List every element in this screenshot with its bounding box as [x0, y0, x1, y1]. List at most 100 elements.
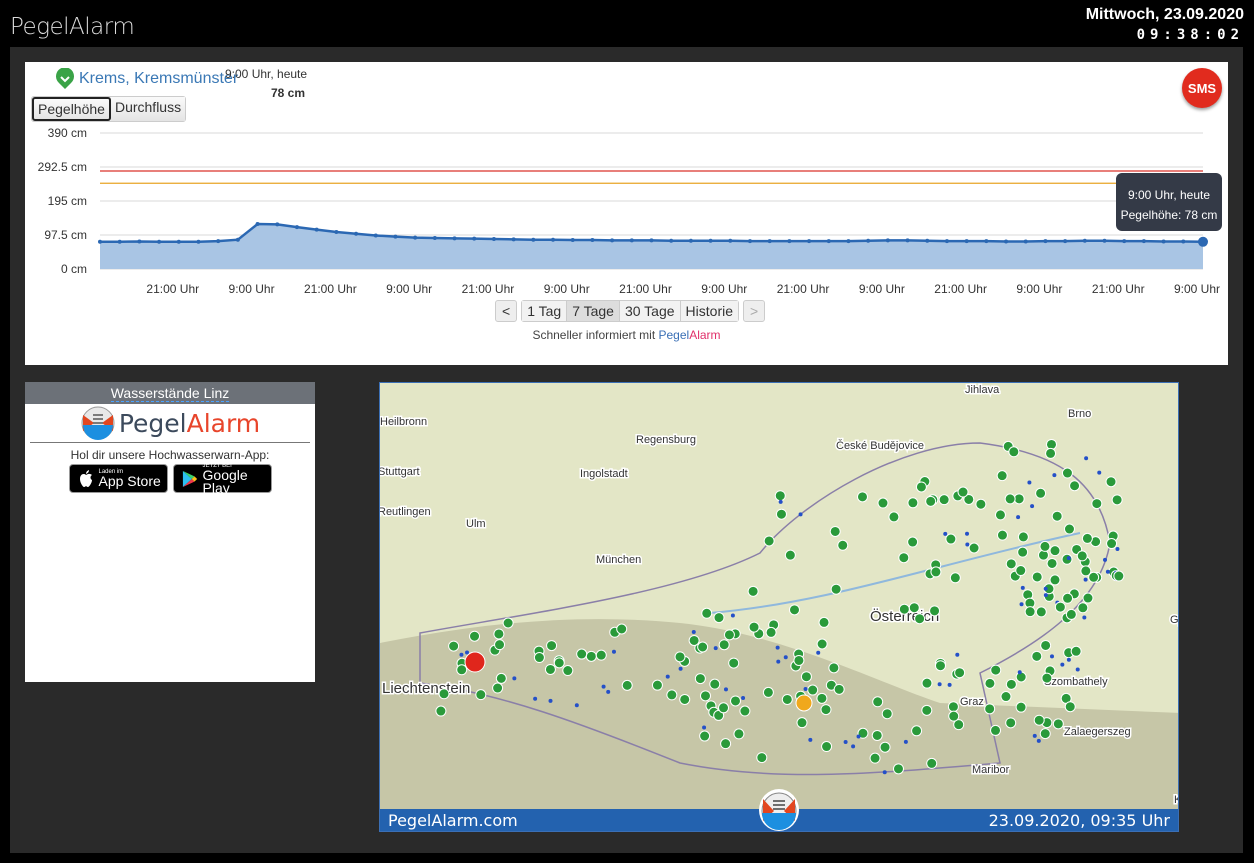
- gauge-marker-normal: [908, 602, 920, 614]
- data-point: [354, 231, 359, 236]
- gauge-marker-normal: [975, 498, 987, 510]
- gauge-marker-normal: [1013, 493, 1025, 505]
- divider: [30, 442, 310, 443]
- gauge-marker-normal: [990, 664, 1002, 676]
- promo-brand-2: Alarm: [689, 328, 721, 342]
- gauge-marker-normal: [881, 708, 893, 720]
- data-point: [157, 239, 162, 244]
- x-tick-label: 9:00 Uhr: [544, 282, 590, 296]
- map-place-label: Brno: [1068, 408, 1091, 420]
- gauge-map[interactable]: JihlavaBrnoZlíHeilbronnRegensburgČeské B…: [379, 382, 1179, 832]
- gauge-marker-normal: [877, 497, 889, 509]
- googleplay-big: Google Play: [202, 466, 248, 496]
- google-play-badge[interactable]: JETZT BEI Google Play: [172, 463, 272, 496]
- x-tick-label: 9:00 Uhr: [859, 282, 905, 296]
- gauge-marker-normal: [921, 704, 933, 716]
- gauge-marker-normal: [774, 490, 786, 502]
- map-canvas[interactable]: JihlavaBrnoZlíHeilbronnRegensburgČeské B…: [380, 383, 1179, 832]
- gauge-marker-normal: [553, 657, 565, 669]
- gauge-marker-offline: [851, 744, 856, 749]
- promo-link[interactable]: PegelAlarm: [659, 328, 721, 342]
- gauge-marker-normal: [934, 660, 946, 672]
- gauge-marker-normal: [739, 705, 751, 717]
- x-tick-label: 9:00 Uhr: [1016, 282, 1062, 296]
- gauge-marker-normal: [718, 702, 730, 714]
- prev-button[interactable]: <: [495, 300, 518, 322]
- gauge-marker-offline: [1060, 662, 1065, 667]
- data-point: [1102, 238, 1107, 243]
- data-point: [807, 239, 812, 244]
- google-play-icon: [182, 470, 197, 487]
- y-tick-label: 195 cm: [48, 194, 87, 208]
- station-header[interactable]: Krems, Kremsmünster: [55, 68, 238, 90]
- range-30-tage[interactable]: 30 Tage: [619, 301, 681, 321]
- current-date: Mittwoch, 23.09.2020: [1085, 6, 1244, 23]
- gauge-marker-offline: [1097, 470, 1102, 475]
- gauge-marker-offline: [1017, 670, 1022, 675]
- map-footer-site[interactable]: PegelAlarm.com: [388, 811, 518, 830]
- data-point: [511, 237, 516, 242]
- gauge-marker-normal: [945, 533, 957, 545]
- gauge-marker-normal: [816, 638, 828, 650]
- gauge-marker-offline: [1115, 546, 1120, 551]
- x-tick-label: 21:00 Uhr: [1092, 282, 1145, 296]
- app-store-badge[interactable]: Laden im App Store: [68, 464, 168, 493]
- gauge-marker-normal: [747, 585, 759, 597]
- gauge-marker-normal: [533, 652, 545, 664]
- gauge-marker-normal: [595, 649, 607, 661]
- data-point: [275, 222, 280, 227]
- y-tick-label: 390 cm: [48, 126, 87, 140]
- gauge-marker-normal: [1113, 570, 1125, 582]
- gauge-marker-normal: [921, 677, 933, 689]
- gauge-marker-normal: [996, 470, 1008, 482]
- x-tick-label: 21:00 Uhr: [462, 282, 515, 296]
- station-name[interactable]: Krems, Kremsmünster: [79, 70, 238, 88]
- gauge-marker-normal: [1064, 701, 1076, 713]
- next-button[interactable]: >: [743, 300, 766, 322]
- gauge-marker-normal: [701, 607, 713, 619]
- gauge-marker-offline: [1032, 733, 1037, 738]
- map-place-label: Stuttgart: [380, 466, 420, 478]
- sidebar-title[interactable]: Wasserstände Linz: [25, 382, 315, 404]
- gauge-marker-normal: [828, 662, 840, 674]
- range-1-tag[interactable]: 1 Tag: [522, 301, 568, 321]
- range-pager: < 1 Tag 7 Tage 30 Tage Historie >: [495, 300, 766, 322]
- gauge-marker-normal: [475, 689, 487, 701]
- gauge-marker-offline: [882, 770, 887, 775]
- gauge-marker-offline: [816, 650, 821, 655]
- tab-durchfluss[interactable]: Durchfluss: [110, 97, 186, 121]
- gauge-marker-normal: [438, 688, 450, 700]
- pegelalarm-map-logo-icon: [759, 789, 799, 831]
- data-point: [610, 238, 615, 243]
- gauge-marker-normal: [1035, 487, 1047, 499]
- gauge-marker-normal: [1070, 645, 1082, 657]
- gauge-marker-normal: [728, 657, 740, 669]
- gauge-marker-offline: [665, 674, 670, 679]
- x-tick-label: 9:00 Uhr: [386, 282, 432, 296]
- gauge-marker-normal: [871, 729, 883, 741]
- gauge-marker-offline: [776, 659, 781, 664]
- data-point: [452, 236, 457, 241]
- gauge-marker-offline: [713, 646, 718, 651]
- range-7-tage[interactable]: 7 Tage: [567, 301, 620, 321]
- tab-pegelhoehe[interactable]: Pegelhöhe: [32, 97, 111, 121]
- gauge-marker-normal: [435, 705, 447, 717]
- gauge-marker-normal: [756, 752, 768, 764]
- gauge-marker-normal: [748, 621, 760, 633]
- gauge-marker-normal: [616, 623, 628, 635]
- map-place-label: Szombathely: [1044, 676, 1108, 688]
- gauge-marker-normal: [1046, 557, 1058, 569]
- gauge-marker-normal: [907, 536, 919, 548]
- sms-button[interactable]: SMS: [1182, 68, 1222, 108]
- gauge-marker-normal: [911, 725, 923, 737]
- y-tick-label: 97.5 cm: [44, 228, 87, 242]
- gauge-marker-normal: [800, 671, 812, 683]
- range-historie[interactable]: Historie: [680, 301, 739, 321]
- gauge-marker-normal: [793, 654, 805, 666]
- data-point: [1063, 239, 1068, 244]
- gauge-marker-normal: [968, 542, 980, 554]
- gauge-marker-normal: [1017, 531, 1029, 543]
- gauge-marker-normal: [585, 650, 597, 662]
- gauge-marker-normal: [879, 741, 891, 753]
- gauge-marker-offline: [533, 696, 538, 701]
